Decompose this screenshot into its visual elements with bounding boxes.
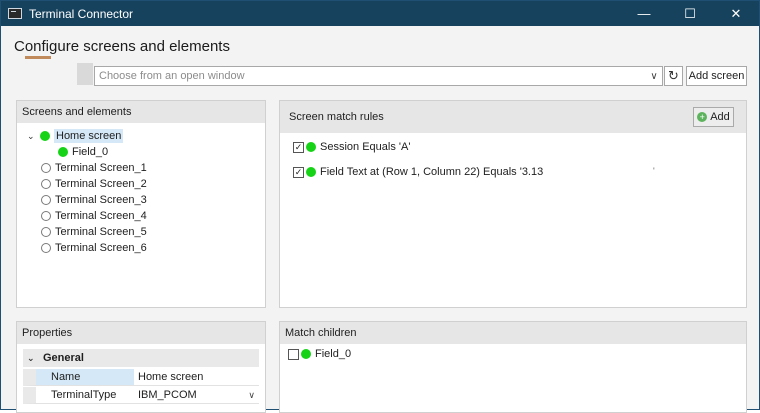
- property-value-text: Home screen: [138, 371, 204, 383]
- window-title: Terminal Connector: [29, 6, 134, 21]
- add-screen-button[interactable]: Add screen: [686, 66, 747, 86]
- maximize-button[interactable]: ☐: [667, 1, 713, 26]
- add-rule-button[interactable]: + Add: [693, 107, 734, 127]
- add-rule-label: Add: [710, 111, 730, 123]
- match-status-green-icon: [306, 142, 316, 152]
- rule-checkbox[interactable]: ✓: [293, 166, 304, 178]
- refresh-icon: ↻: [668, 68, 679, 83]
- match-status-empty-icon: [41, 243, 51, 253]
- match-status-empty-icon: [41, 163, 51, 173]
- match-children-title: Match children: [280, 322, 746, 344]
- window-thumbnail-placeholder: [77, 63, 93, 85]
- stray-mark: ': [653, 166, 655, 176]
- match-status-green-icon: [306, 167, 316, 177]
- tree-item-terminal-screen-5[interactable]: Terminal Screen_5: [41, 224, 147, 240]
- tree-item-terminal-screen-2[interactable]: Terminal Screen_2: [41, 176, 147, 192]
- tree-item-home-screen[interactable]: ⌄ Home screen: [27, 128, 124, 144]
- properties-panel: Properties ⌄ General Name Home screen Te…: [16, 321, 266, 413]
- heading-accent-bar: [25, 56, 51, 59]
- tree-item-label: Terminal Screen_1: [55, 162, 147, 174]
- window-controls: — ☐ ✕: [621, 1, 759, 26]
- match-status-green-icon: [40, 131, 50, 141]
- match-status-empty-icon: [41, 211, 51, 221]
- rule-checkbox[interactable]: ✓: [293, 141, 304, 153]
- property-value[interactable]: Home screen: [134, 369, 259, 386]
- tree-item-label: Terminal Screen_6: [55, 242, 147, 254]
- property-group-general[interactable]: ⌄ General: [23, 349, 259, 367]
- tree-item-label: Terminal Screen_5: [55, 226, 147, 238]
- tree-item-terminal-screen-1[interactable]: Terminal Screen_1: [41, 160, 147, 176]
- match-status-empty-icon: [41, 227, 51, 237]
- terminal-connector-window: Terminal Connector — ☐ ✕ Configure scree…: [0, 0, 760, 413]
- terminal-app-icon: [8, 8, 22, 19]
- rule-row-field-text: ✓ Field Text at (Row 1, Column 22) Equal…: [293, 165, 543, 179]
- refresh-button[interactable]: ↻: [664, 66, 683, 86]
- title-bar: Terminal Connector — ☐ ✕: [1, 1, 759, 26]
- property-row-name: Name Home screen: [23, 369, 259, 386]
- rule-row-session: ✓ Session Equals 'A': [293, 140, 410, 154]
- match-status-green-icon: [58, 147, 68, 157]
- screen-match-rules-panel: Screen match rules + Add ✓ Session Equal…: [279, 100, 747, 308]
- tree-item-terminal-screen-4[interactable]: Terminal Screen_4: [41, 208, 147, 224]
- child-label: Field_0: [315, 348, 352, 360]
- match-status-empty-icon: [41, 179, 51, 189]
- match-children-panel: Match children Field_0: [279, 321, 747, 413]
- match-status-empty-icon: [41, 195, 51, 205]
- rule-label: Field Text at (Row 1, Column 22) Equals …: [320, 166, 544, 178]
- screens-panel: Screens and elements ⌄ Home screen Field…: [16, 100, 266, 308]
- rule-label: Session Equals 'A': [320, 141, 411, 153]
- tree-item-label: Field_0: [72, 146, 109, 158]
- open-window-picker[interactable]: Choose from an open window ∨: [94, 66, 663, 86]
- child-checkbox[interactable]: [288, 348, 299, 360]
- chevron-down-icon[interactable]: ⌄: [27, 131, 37, 142]
- close-button[interactable]: ✕: [713, 1, 759, 26]
- properties-title: Properties: [17, 322, 265, 344]
- chevron-down-icon[interactable]: ∨: [248, 390, 255, 401]
- chevron-down-icon[interactable]: ⌄: [27, 353, 37, 364]
- tree-item-field-0[interactable]: Field_0: [58, 144, 108, 160]
- property-row-terminal-type: TerminalType IBM_PCOM ∨: [23, 387, 259, 404]
- tree-item-label: Terminal Screen_4: [55, 210, 147, 222]
- chevron-down-icon[interactable]: ∨: [646, 71, 662, 82]
- open-window-picker-placeholder: Choose from an open window: [99, 70, 245, 82]
- tree-item-terminal-screen-3[interactable]: Terminal Screen_3: [41, 192, 147, 208]
- tree-item-label: Home screen: [54, 129, 124, 143]
- page-heading: Configure screens and elements: [14, 38, 230, 55]
- property-name[interactable]: Name: [23, 369, 134, 386]
- tree-item-label: Terminal Screen_3: [55, 194, 147, 206]
- minimize-button[interactable]: —: [621, 1, 667, 26]
- property-group-label: General: [43, 352, 84, 364]
- add-circle-icon: +: [697, 112, 708, 122]
- property-value-text: IBM_PCOM: [138, 389, 197, 401]
- child-row-field-0: Field_0: [288, 347, 351, 361]
- tree-item-terminal-screen-6[interactable]: Terminal Screen_6: [41, 240, 147, 256]
- match-status-green-icon: [301, 349, 311, 359]
- screens-panel-title: Screens and elements: [17, 101, 265, 123]
- property-name[interactable]: TerminalType: [23, 387, 134, 404]
- property-value-select[interactable]: IBM_PCOM ∨: [134, 387, 259, 404]
- tree-item-label: Terminal Screen_2: [55, 178, 147, 190]
- screen-match-rules-title: Screen match rules: [280, 101, 746, 133]
